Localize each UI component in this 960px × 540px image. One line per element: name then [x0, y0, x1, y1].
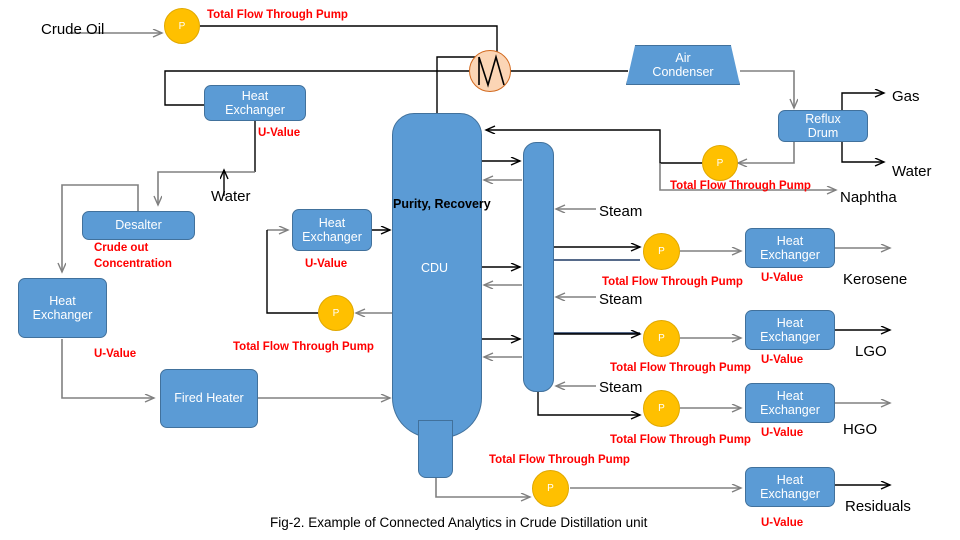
hx-kerosene[interactable]: Heat Exchanger	[745, 228, 835, 268]
pump-symbol: P	[658, 333, 665, 344]
air-condenser-label-line1: Air	[675, 50, 691, 65]
hx-label-line1: Heat	[776, 233, 804, 248]
fired-heater[interactable]: Fired Heater	[160, 369, 258, 428]
desalter-label: Desalter	[115, 218, 162, 233]
hx-cdu-feed[interactable]: Heat Exchanger	[292, 209, 372, 251]
stream-label-steam-1: Steam	[599, 203, 643, 220]
figure-caption: Fig-2. Example of Connected Analytics in…	[270, 515, 648, 530]
pump-symbol: P	[658, 246, 665, 257]
desalter-crude-out-concentration-line2: Concentration	[94, 258, 172, 270]
hx-crude-left-u-value: U-Value	[94, 348, 137, 360]
air-condenser[interactable]: Air Condenser	[626, 45, 740, 85]
hx-lgo[interactable]: Heat Exchanger	[745, 310, 835, 350]
desalter-crude-out-concentration-line1: Crude out	[94, 242, 149, 254]
condenser-coil-icon	[478, 54, 505, 88]
hx-label-line2: Exchanger	[760, 403, 820, 417]
pump-crude-feed[interactable]: P	[164, 8, 200, 44]
hx-label-line1: Heat	[776, 472, 804, 487]
stream-label-steam-2: Steam	[599, 291, 643, 308]
reflux-drum[interactable]: Reflux Drum	[778, 110, 868, 142]
pump-kerosene-label: Total Flow Through Pump	[602, 276, 743, 288]
stream-label-naphtha: Naphtha	[840, 189, 897, 206]
pump-kerosene[interactable]: P	[643, 233, 680, 270]
hx-residuals-u-value: U-Value	[761, 517, 804, 529]
desalter[interactable]: Desalter	[82, 211, 195, 240]
hx-label-line2: Exchanger	[302, 230, 362, 244]
stream-label-kerosene: Kerosene	[843, 271, 908, 288]
pump-reflux[interactable]: P	[702, 145, 738, 181]
fired-heater-label: Fired Heater	[174, 391, 244, 406]
cdu-label: CDU	[421, 261, 449, 275]
hx-lgo-u-value: U-Value	[761, 354, 804, 366]
stream-label-lgo: LGO	[855, 343, 887, 360]
pump-residuals-label: Total Flow Through Pump	[489, 454, 630, 466]
process-flow-diagram: Purity, Recovery CDU P Total Flow Throug…	[0, 0, 960, 540]
pump-cdu-recycle[interactable]: P	[318, 295, 354, 331]
cdu-column-boot[interactable]	[418, 420, 453, 478]
hx-label-line1: Heat	[776, 388, 804, 403]
pump-symbol: P	[178, 20, 186, 32]
stream-label-gas: Gas	[892, 88, 920, 105]
air-condenser-label-line2: Condenser	[652, 65, 714, 79]
pump-symbol: P	[332, 307, 340, 319]
pump-lgo[interactable]: P	[643, 320, 680, 357]
pump-reflux-label: Total Flow Through Pump	[670, 180, 811, 192]
pump-crude-feed-label: Total Flow Through Pump	[207, 9, 348, 21]
reflux-drum-label-line1: Reflux	[805, 111, 841, 126]
pump-hgo[interactable]: P	[643, 390, 680, 427]
hx-label-line2: Exchanger	[225, 103, 285, 117]
hx-label-line1: Heat	[241, 88, 269, 103]
reflux-drum-label-line2: Drum	[807, 126, 839, 140]
hx-preheat-top-u-value: U-Value	[258, 127, 301, 139]
hx-cdu-feed-u-value: U-Value	[305, 258, 348, 270]
hx-label-line2: Exchanger	[760, 248, 820, 262]
pump-symbol: P	[658, 403, 665, 414]
hx-preheat-top[interactable]: Heat Exchanger	[204, 85, 306, 121]
hx-residuals[interactable]: Heat Exchanger	[745, 467, 835, 507]
pump-symbol: P	[716, 157, 724, 169]
stream-label-steam-3: Steam	[599, 379, 643, 396]
stream-label-water-out: Water	[892, 163, 932, 180]
hx-hgo-u-value: U-Value	[761, 427, 804, 439]
hx-hgo[interactable]: Heat Exchanger	[745, 383, 835, 423]
cdu-purity-recovery-label: Purity, Recovery	[393, 197, 491, 211]
cdu-column[interactable]	[392, 113, 482, 438]
hx-label-line1: Heat	[318, 215, 346, 230]
stream-label-water-feed: Water	[211, 188, 251, 205]
hx-crude-left[interactable]: Heat Exchanger	[18, 278, 107, 338]
hx-label-line2: Exchanger	[760, 330, 820, 344]
hx-kerosene-u-value: U-Value	[761, 272, 804, 284]
hx-label-line2: Exchanger	[32, 308, 93, 322]
pump-lgo-label: Total Flow Through Pump	[610, 362, 751, 374]
hx-label-line1: Heat	[49, 293, 76, 308]
pump-hgo-label: Total Flow Through Pump	[610, 434, 751, 446]
pump-symbol: P	[547, 483, 554, 494]
stream-label-crude-oil: Crude Oil	[41, 21, 105, 38]
pump-cdu-recycle-label: Total Flow Through Pump	[233, 341, 374, 353]
stream-label-residuals: Residuals	[845, 498, 911, 515]
stream-label-hgo: HGO	[843, 421, 878, 438]
hx-label-line2: Exchanger	[760, 487, 820, 501]
pump-residuals[interactable]: P	[532, 470, 569, 507]
side-stripper-column[interactable]	[523, 142, 554, 392]
hx-label-line1: Heat	[776, 315, 804, 330]
